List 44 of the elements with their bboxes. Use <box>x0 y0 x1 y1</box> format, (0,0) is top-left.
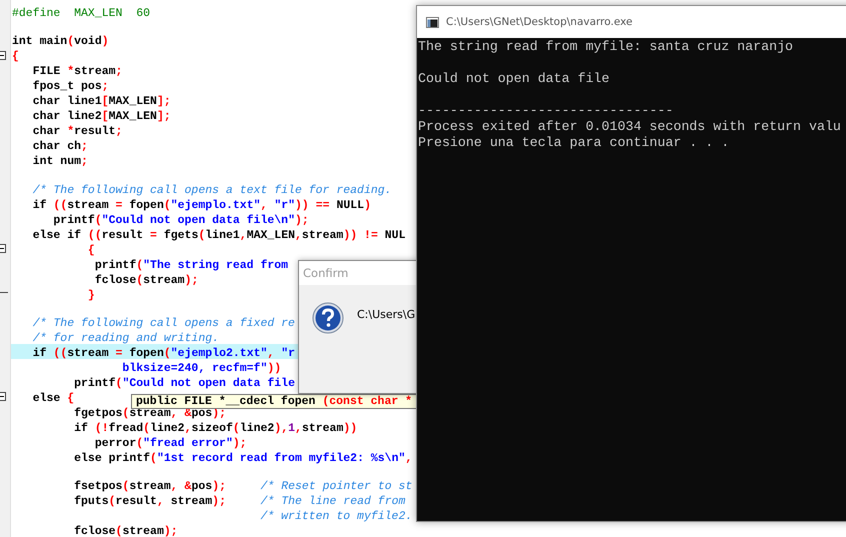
window-title: C:\Users\GNet\Desktop\navarro.exe <box>446 16 632 28</box>
code-line: #define MAX_LEN 60 <box>12 7 150 20</box>
code-line: if ((stream = fopen("ejemplo.txt", "r")) == NULL) <box>32 198 371 212</box>
code-line: char *result; <box>32 125 122 138</box>
code-line: int main(void) <box>12 35 109 48</box>
code-line: /* The following call opens a fixed re <box>32 316 295 330</box>
code-line: perror("fread error"); <box>94 436 247 450</box>
code-line: int num; <box>32 155 88 168</box>
fold-end-mark <box>0 292 8 294</box>
code-line: if (!fread(line2,sizeof(line2),1,stream)) <box>73 422 358 435</box>
console-output-line: Process exited after 0.01034 seconds with return valu <box>418 119 842 135</box>
code-line: printf("Could not open data file <box>73 376 295 390</box>
code-line: char ch; <box>32 140 88 154</box>
dialog-message: C:\Users\G <box>357 308 416 323</box>
code-line: fclose(stream); <box>73 525 178 537</box>
console-output-line: Could not open data file <box>418 71 611 87</box>
console-output-line: The string read from myfile: santa cruz naranjo <box>418 39 794 55</box>
code-line: FILE *stream; <box>32 65 122 78</box>
code-line: { <box>12 50 19 64</box>
code-line: else printf("1st record read from myfile2: %s\n", <box>73 452 412 465</box>
fold-minus-icon[interactable] <box>0 392 6 402</box>
code-line: { <box>86 244 95 256</box>
console-output-line: -------------------------------- <box>418 103 674 119</box>
code-line: blksize=240, recfm=f")) <box>121 362 282 375</box>
code-line: char line2[MAX_LEN]; <box>32 110 171 124</box>
code-line: char line1[MAX_LEN]; <box>32 95 171 108</box>
code-line: printf("Could not open data file\n"); <box>52 214 309 226</box>
code-line: fputs(result, stream); /* The line read from <box>73 495 406 508</box>
code-line: else { <box>32 392 74 405</box>
code-line: if ((stream = fopen("ejemplo2.txt", "r <box>32 346 296 360</box>
code-line: /* written to myfile2. <box>259 510 412 523</box>
fold-minus-icon[interactable] <box>0 51 6 60</box>
console-window-icon <box>426 16 439 28</box>
code-line: /* The following call opens a text file for reading. <box>32 184 392 196</box>
code-line: fclose(stream); <box>94 274 198 286</box>
code-line: fpos_t pos; <box>32 80 109 94</box>
code-line: printf("The string read from <box>94 258 288 272</box>
code-line: } <box>86 288 95 302</box>
dialog-title: Confirm <box>303 266 348 280</box>
code-line: else if ((result = fgets(line1,MAX_LEN,stream)) != NUL <box>32 228 406 242</box>
question-icon <box>312 302 344 334</box>
code-line: fsetpos(stream, &pos); /* Reset pointer to st <box>73 480 412 493</box>
console-output-line: Presione una tecla para continuar . . . <box>418 135 730 151</box>
code-line: /* for reading and writing. <box>32 332 220 345</box>
